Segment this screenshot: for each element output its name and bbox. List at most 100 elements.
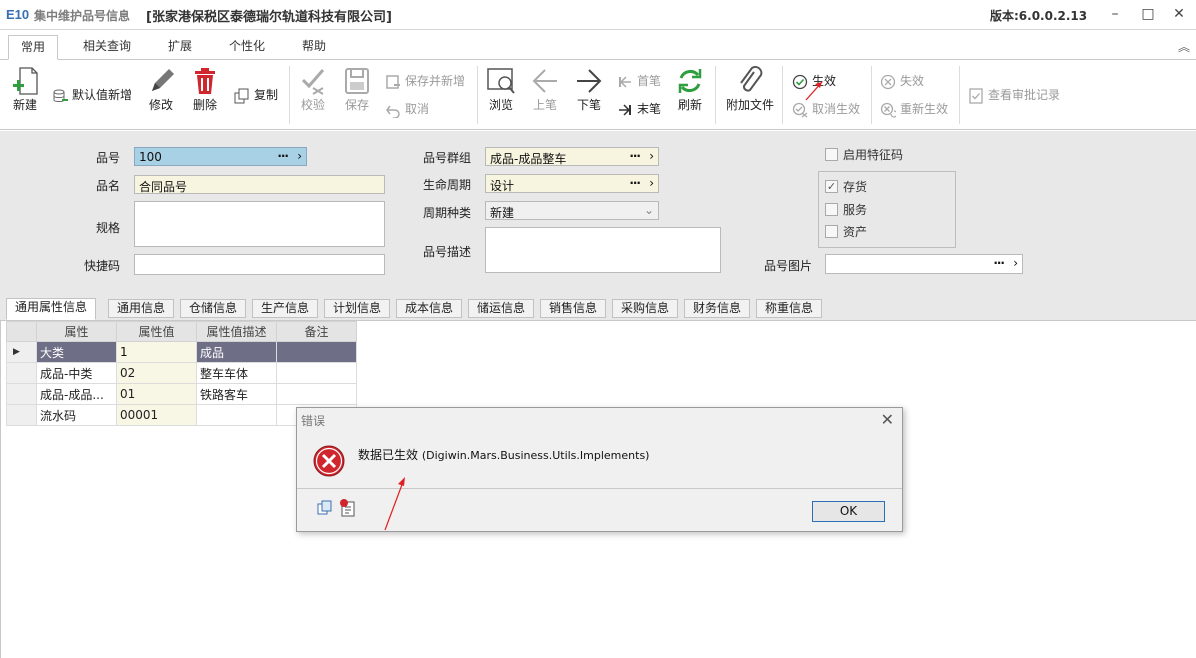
tab-cost-info[interactable]: 成本信息 xyxy=(396,299,463,318)
attach-file-button[interactable]: 附加文件 xyxy=(722,66,778,113)
check-button[interactable]: 校验 xyxy=(298,66,328,113)
attr-cell[interactable]: 成品-成品... xyxy=(36,383,117,405)
error-icon xyxy=(313,445,345,477)
chevron-right-icon[interactable]: › xyxy=(297,149,302,163)
image-field[interactable]: ··· › xyxy=(825,254,1023,274)
attr-cell[interactable]: 大类 xyxy=(36,341,117,363)
collapse-ribbon-icon[interactable]: ︽ xyxy=(1178,38,1190,55)
first-record-icon xyxy=(619,75,631,88)
copy-message-icon[interactable] xyxy=(317,500,333,516)
save-and-new-button[interactable]: 保存并新增 xyxy=(385,72,465,90)
spec-field[interactable] xyxy=(134,201,385,247)
column-header[interactable]: 属性值 xyxy=(116,321,197,342)
cycle-type-select[interactable]: 新建 ⌄ xyxy=(485,201,659,220)
column-header[interactable]: 属性值描述 xyxy=(196,321,277,342)
invalidate-label: 失效 xyxy=(900,74,925,88)
column-header[interactable]: 属性 xyxy=(36,321,117,342)
ellipsis-icon[interactable]: ··· xyxy=(993,256,1005,270)
ellipsis-icon[interactable]: ··· xyxy=(629,149,641,163)
ok-button[interactable]: OK xyxy=(812,501,885,522)
tab-sales-info[interactable]: 销售信息 xyxy=(540,299,607,318)
desc-cell[interactable]: 整车车体 xyxy=(196,362,277,384)
attr-cell[interactable]: 成品-中类 xyxy=(36,362,117,384)
next-button[interactable]: 下笔 xyxy=(574,66,604,113)
desc-field[interactable] xyxy=(485,227,721,273)
tab-plan-info[interactable]: 计划信息 xyxy=(324,299,391,318)
note-cell[interactable] xyxy=(276,362,357,384)
chevron-down-icon[interactable]: ⌄ xyxy=(644,203,654,217)
ellipsis-icon[interactable]: ··· xyxy=(629,176,641,190)
tab-common[interactable]: 常用 xyxy=(8,35,59,60)
view-approval-button[interactable]: 查看审批记录 xyxy=(968,86,1060,104)
value-cell[interactable]: 00001 xyxy=(116,404,197,426)
default-new-button[interactable]: 默认值新增 xyxy=(52,86,132,104)
note-cell[interactable] xyxy=(276,341,357,363)
last-button[interactable]: 末笔 xyxy=(617,100,661,118)
ribbon-separator xyxy=(715,66,716,124)
feature-code-checkbox[interactable] xyxy=(825,148,838,161)
chevron-right-icon[interactable]: › xyxy=(649,176,654,190)
asset-checkbox[interactable] xyxy=(825,225,838,238)
reactivate-button[interactable]: 重新生效 xyxy=(880,100,948,118)
service-checkbox[interactable] xyxy=(825,203,838,216)
column-header[interactable]: 备注 xyxy=(276,321,357,342)
minimize-button[interactable]: – xyxy=(1104,4,1126,24)
item-no-field[interactable]: 100 ··· › xyxy=(134,147,307,166)
tab-production-info[interactable]: 生产信息 xyxy=(252,299,319,318)
cancel-button[interactable]: 取消 xyxy=(385,100,429,118)
ribbon-separator xyxy=(959,66,960,124)
close-window-button[interactable]: ✕ xyxy=(1168,4,1190,24)
dialog-close-icon[interactable]: ✕ xyxy=(881,410,894,429)
value-cell[interactable]: 01 xyxy=(116,383,197,405)
attr-cell[interactable]: 流水码 xyxy=(36,404,117,426)
lifecycle-field[interactable]: 设计 ··· › xyxy=(485,174,659,193)
tab-related-query[interactable]: 相关查询 xyxy=(71,35,143,60)
refresh-button[interactable]: 刷新 xyxy=(675,66,705,113)
note-cell[interactable] xyxy=(276,383,357,405)
tab-help[interactable]: 帮助 xyxy=(290,35,338,60)
tab-storage-info[interactable]: 仓储信息 xyxy=(180,299,247,318)
group-label: 品号群组 xyxy=(422,151,471,165)
tab-common-attrs[interactable]: 通用属性信息 xyxy=(6,298,97,320)
cancel-activate-button[interactable]: 取消生效 xyxy=(792,100,860,118)
value-cell[interactable]: 1 xyxy=(116,341,197,363)
browse-button[interactable]: 浏览 xyxy=(484,66,518,113)
tab-transport-info[interactable]: 储运信息 xyxy=(468,299,535,318)
first-button[interactable]: 首笔 xyxy=(617,72,661,90)
prev-button[interactable]: 上笔 xyxy=(530,66,560,113)
copy-button[interactable]: 复制 xyxy=(234,86,278,104)
item-name-field[interactable]: 合同品号 xyxy=(134,175,385,194)
chevron-right-icon[interactable]: › xyxy=(1013,256,1018,270)
tab-general-info[interactable]: 通用信息 xyxy=(108,299,175,318)
tab-extend[interactable]: 扩展 xyxy=(156,35,204,60)
edit-button[interactable]: 修改 xyxy=(146,66,176,113)
desc-cell[interactable] xyxy=(196,404,277,426)
save-button[interactable]: 保存 xyxy=(342,66,372,113)
maximize-button[interactable]: □ xyxy=(1137,4,1159,24)
table-row[interactable]: 成品-中类 02 整车车体 xyxy=(6,362,357,384)
item-no-label: 品号 xyxy=(95,151,120,165)
tab-finance-info[interactable]: 财务信息 xyxy=(684,299,751,318)
desc-cell[interactable]: 成品 xyxy=(196,341,277,363)
invalidate-button[interactable]: 失效 xyxy=(880,72,924,90)
desc-cell[interactable]: 铁路客车 xyxy=(196,383,277,405)
cycle-type-label: 周期种类 xyxy=(422,206,471,220)
shortcut-field[interactable] xyxy=(134,254,385,275)
table-row[interactable]: ▶ 大类 1 成品 xyxy=(6,341,357,363)
new-button[interactable]: 新建 xyxy=(8,66,42,113)
error-detail-icon[interactable] xyxy=(339,499,357,517)
ellipsis-icon[interactable]: ··· xyxy=(277,149,289,163)
value-cell[interactable]: 02 xyxy=(116,362,197,384)
inventory-checkbox[interactable]: ✓ xyxy=(825,180,838,193)
delete-button[interactable]: 删除 xyxy=(190,66,220,113)
ribbon-separator xyxy=(782,66,783,124)
annotation-arrow-icon xyxy=(384,477,405,531)
group-field[interactable]: 成品-成品整车 ··· › xyxy=(485,147,659,166)
tab-weighing-info[interactable]: 称重信息 xyxy=(756,299,823,318)
check-tool-icon xyxy=(301,69,325,95)
table-row[interactable]: 成品-成品... 01 铁路客车 xyxy=(6,383,357,405)
tab-purchase-info[interactable]: 采购信息 xyxy=(612,299,679,318)
chevron-right-icon[interactable]: › xyxy=(649,149,654,163)
tab-personalize[interactable]: 个性化 xyxy=(217,35,277,60)
version-label: 版本:6.0.0.2.13 xyxy=(990,9,1088,23)
